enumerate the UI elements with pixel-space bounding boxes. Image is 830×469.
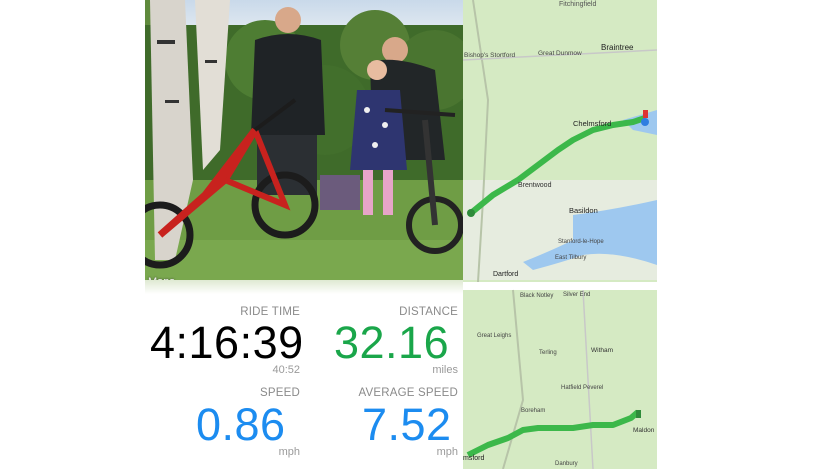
ride-time-value: 4:16:39 — [150, 317, 304, 368]
stats-top-fade — [145, 280, 463, 294]
label-great-leighs: Great Leighs — [477, 333, 511, 339]
distance-unit: miles — [432, 364, 458, 376]
label-chelmsford: Chelmsford — [573, 119, 611, 128]
label-dartford: Dartford — [493, 271, 518, 278]
average-speed-value: 7.52 — [362, 399, 452, 450]
label-black-notley: Black Notley — [520, 293, 553, 299]
average-speed-label: AVERAGE SPEED — [358, 387, 458, 399]
label-braintree: Braintree — [601, 43, 634, 52]
label-great-dunmow: Great Dunmow — [538, 50, 582, 57]
label-basildon: Basildon — [569, 206, 598, 215]
route-map[interactable]: Fitchingfield Bishop's Stortford Great D… — [463, 0, 657, 469]
photo-illustration — [145, 0, 463, 280]
svg-text:Fitchingfield: Fitchingfield — [559, 1, 596, 8]
route-map-canvas: Fitchingfield Bishop's Stortford Great D… — [463, 0, 657, 469]
label-east-tilbury: East Tilbury — [555, 255, 586, 261]
speed-value: 0.86 — [196, 399, 286, 450]
label-brentwood: Brentwood — [518, 182, 552, 189]
label-stanford-le-hope: Stanford-le-Hope — [558, 239, 604, 245]
average-speed-unit: mph — [436, 446, 458, 458]
label-terling: Terling — [539, 350, 557, 356]
distance-value: 32.16 — [334, 317, 450, 368]
speed-label: SPEED — [260, 387, 300, 399]
label-silver-end: Silver End — [563, 292, 590, 298]
label-hatfield-peverel: Hatfield Peverel — [561, 385, 603, 391]
label-bishops-stortford: Bishop's Stortford — [464, 52, 515, 59]
ride-time-sub: 40:52 — [272, 364, 300, 376]
label-boreham: Boreham — [521, 408, 545, 414]
label-danbury: Danbury — [555, 461, 578, 467]
ride-photo — [145, 0, 463, 280]
label-maldon: Maldon — [633, 427, 655, 434]
label-witham: Witham — [591, 347, 613, 354]
speed-unit: mph — [278, 446, 300, 458]
label-chelmsford-partial: msford — [463, 455, 485, 462]
